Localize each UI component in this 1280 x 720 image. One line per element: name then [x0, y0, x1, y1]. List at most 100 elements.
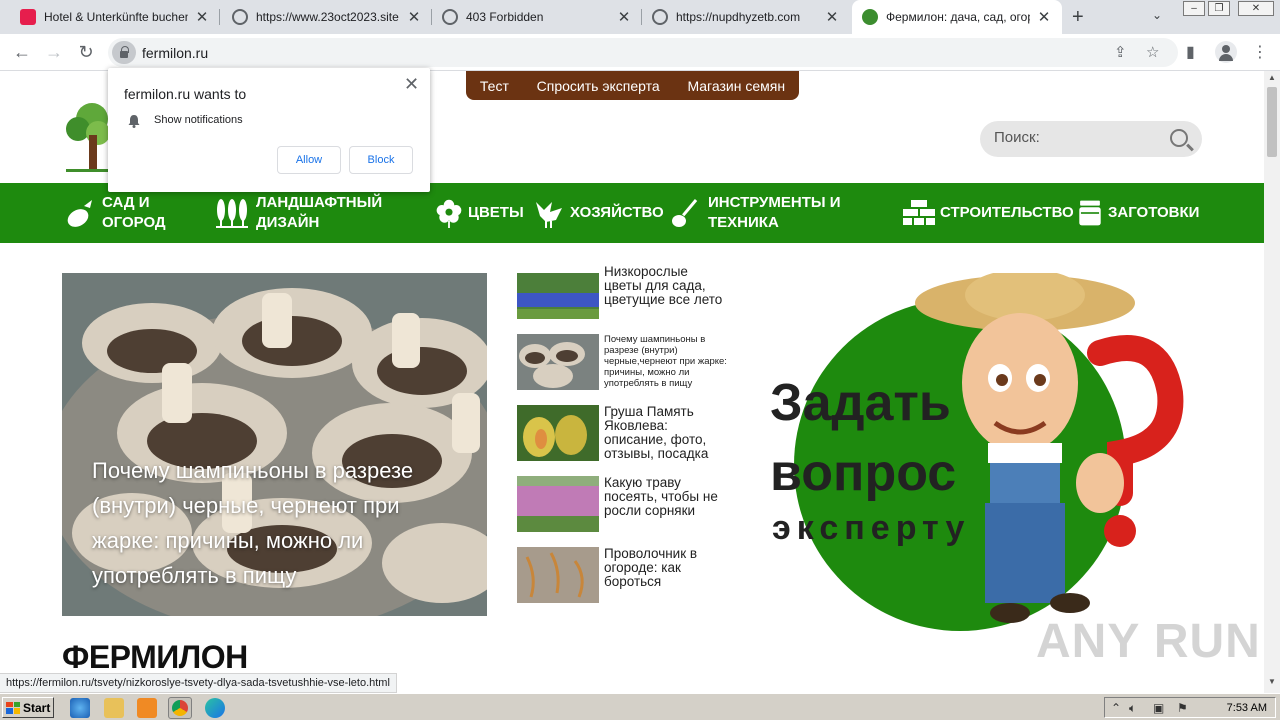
- close-window-button[interactable]: ✕: [1238, 1, 1274, 16]
- status-bar-url: https://fermilon.ru/tsvety/nizkoroslye-t…: [0, 673, 397, 693]
- nav-item-garden[interactable]: Сад и огород: [64, 183, 166, 243]
- scroll-up-icon[interactable]: ▲: [1264, 73, 1280, 87]
- close-icon[interactable]: ✕: [404, 74, 419, 95]
- allow-button[interactable]: Allow: [277, 146, 341, 174]
- side-panel-icon[interactable]: ▮: [1186, 42, 1195, 62]
- nav-label: Строительство: [940, 204, 1074, 221]
- scroll-thumb[interactable]: [1267, 87, 1277, 157]
- search-input[interactable]: [994, 129, 1164, 146]
- share-icon[interactable]: ⇪: [1114, 43, 1127, 61]
- windows-taskbar: Start ⌃ 🔈︎ ▣ ⚑ 7:53 AM: [0, 693, 1280, 720]
- anyrun-watermark: ANY RUN: [1036, 615, 1261, 668]
- tab-strip: Hotel & Unterkünfte buchen | Airbnb ✕ ht…: [0, 0, 1280, 34]
- volume-icon[interactable]: 🔈︎: [1129, 701, 1136, 716]
- list-item[interactable]: Низкорослые цветы для сада, цветущие все…: [517, 265, 727, 319]
- flower-icon: [436, 199, 462, 228]
- hero-article[interactable]: Почему шампиньоны в разрезе (внутри) чер…: [62, 273, 487, 616]
- tree-favicon-icon: [862, 9, 878, 25]
- nav-label: Хозяйство: [570, 204, 664, 221]
- new-tab-button[interactable]: +: [1072, 6, 1084, 29]
- search-icon[interactable]: [1170, 129, 1188, 147]
- rooster-icon: [536, 202, 562, 228]
- tab-fermilon[interactable]: Фермилон: дача, сад, огород ✕: [852, 0, 1062, 34]
- article-thumb: [517, 273, 599, 319]
- notification-permission-popup: fermilon.ru wants to ✕ Show notification…: [108, 68, 430, 192]
- menu-kebab-icon[interactable]: ⋮: [1252, 42, 1268, 62]
- bookmark-star-icon[interactable]: ☆: [1146, 43, 1159, 61]
- article-title[interactable]: Почему шампиньоны в разрезе (внутри) чер…: [604, 334, 727, 390]
- list-item[interactable]: Почему шампиньоны в разрезе (внутри) чер…: [517, 334, 727, 390]
- article-title[interactable]: Низкорослые цветы для сада, цветущие все…: [604, 265, 727, 319]
- airbnb-favicon-icon: [20, 9, 36, 25]
- ie-icon[interactable]: [70, 698, 90, 718]
- site-title: ФЕРМИЛОН: [62, 639, 248, 675]
- site-logo-tree-icon[interactable]: [62, 99, 112, 173]
- list-item[interactable]: Проволочник в огороде: как бороться: [517, 547, 727, 603]
- network-icon[interactable]: ▣: [1153, 701, 1164, 715]
- chrome-icon: [172, 700, 188, 716]
- nav-item-household[interactable]: Хозяйство: [532, 183, 664, 243]
- tab-403-forbidden[interactable]: 403 Forbidden ✕: [432, 0, 642, 34]
- article-thumb: [517, 547, 599, 603]
- restore-window-button[interactable]: ❐: [1208, 1, 1230, 16]
- tab-title: 403 Forbidden: [466, 10, 544, 24]
- address-bar[interactable]: fermilon.ru ⇪ ☆: [108, 38, 1178, 67]
- expert-line-2: вопрос: [770, 444, 957, 502]
- profile-avatar-icon[interactable]: [1215, 41, 1237, 63]
- nav-item-tools[interactable]: Инструменты и техника: [670, 183, 841, 243]
- minimize-window-button[interactable]: –: [1183, 1, 1205, 16]
- folder-icon[interactable]: [104, 698, 124, 718]
- nav-label: техника: [708, 214, 779, 231]
- nav-item-construction[interactable]: Строительство: [902, 183, 1074, 243]
- eggplant-icon: [67, 200, 92, 227]
- windows-logo-icon: [6, 701, 20, 714]
- system-tray: ⌃ 🔈︎ ▣ ⚑ 7:53 AM: [1104, 697, 1276, 718]
- block-button[interactable]: Block: [349, 146, 413, 174]
- hero-title[interactable]: Почему шампиньоны в разрезе (внутри) чер…: [92, 453, 472, 593]
- article-title[interactable]: Какую траву посеять, чтобы не росли сорн…: [604, 476, 727, 532]
- lock-icon[interactable]: [112, 41, 136, 64]
- tab-nupdhyzetb[interactable]: https://nupdhyzetb.com ✕: [642, 0, 850, 34]
- tab-23oct2023[interactable]: https://www.23oct2023.site ✕: [222, 0, 432, 34]
- back-arrow-icon[interactable]: ←: [10, 40, 34, 64]
- close-tab-icon[interactable]: ✕: [824, 8, 840, 26]
- permission-text: Show notifications: [154, 114, 243, 126]
- nav-label: Заготовки: [1108, 204, 1200, 221]
- tab-airbnb[interactable]: Hotel & Unterkünfte buchen | Airbnb ✕: [10, 0, 220, 34]
- tab-title: Hotel & Unterkünfte buchen | Airbnb: [44, 10, 188, 24]
- edge-icon[interactable]: [205, 698, 225, 718]
- nav-item-landscape[interactable]: Ландшафтный дизайн: [212, 183, 382, 243]
- page-scrollbar[interactable]: ▲ ▼: [1264, 71, 1280, 693]
- media-player-icon[interactable]: [137, 698, 157, 718]
- tab-search-chevron-icon[interactable]: ⌄: [1152, 8, 1162, 22]
- close-tab-icon[interactable]: ✕: [194, 8, 210, 26]
- site-search: [980, 121, 1202, 157]
- jar-icon: [1079, 200, 1101, 226]
- trees-icon: [216, 199, 248, 228]
- menu-item-ask-expert[interactable]: Спросить эксперта: [537, 78, 660, 94]
- globe-icon: [652, 9, 668, 25]
- flag-icon[interactable]: ⚑: [1177, 701, 1188, 715]
- nav-item-flowers[interactable]: Цветы: [434, 183, 524, 243]
- menu-item-test[interactable]: Тест: [480, 78, 509, 94]
- menu-item-seed-shop[interactable]: Магазин семян: [687, 78, 785, 94]
- close-tab-icon[interactable]: ✕: [406, 8, 422, 26]
- url-text[interactable]: fermilon.ru: [142, 45, 208, 61]
- bricks-icon: [903, 200, 935, 225]
- article-title[interactable]: Груша Память Яковлева: описание, фото, о…: [604, 405, 727, 461]
- scroll-down-icon[interactable]: ▼: [1264, 677, 1280, 691]
- close-tab-icon[interactable]: ✕: [616, 8, 632, 26]
- start-button[interactable]: Start: [2, 697, 54, 718]
- list-item[interactable]: Какую траву посеять, чтобы не росли сорн…: [517, 476, 727, 532]
- chrome-taskbar-button[interactable]: [168, 697, 192, 719]
- article-title[interactable]: Проволочник в огороде: как бороться: [604, 547, 727, 603]
- forward-arrow-icon[interactable]: →: [42, 40, 66, 64]
- clock: 7:53 AM: [1226, 702, 1267, 714]
- tray-arrow-icon[interactable]: ⌃: [1111, 701, 1121, 715]
- nav-item-preserves[interactable]: Заготовки: [1076, 183, 1199, 243]
- reload-icon[interactable]: ↻: [74, 40, 98, 64]
- ask-expert-banner[interactable]: Задать вопрос эксперту: [770, 273, 1190, 633]
- list-item[interactable]: Груша Память Яковлева: описание, фото, о…: [517, 405, 727, 461]
- tab-title: Фермилон: дача, сад, огород: [886, 10, 1030, 24]
- close-tab-icon[interactable]: ✕: [1036, 8, 1052, 26]
